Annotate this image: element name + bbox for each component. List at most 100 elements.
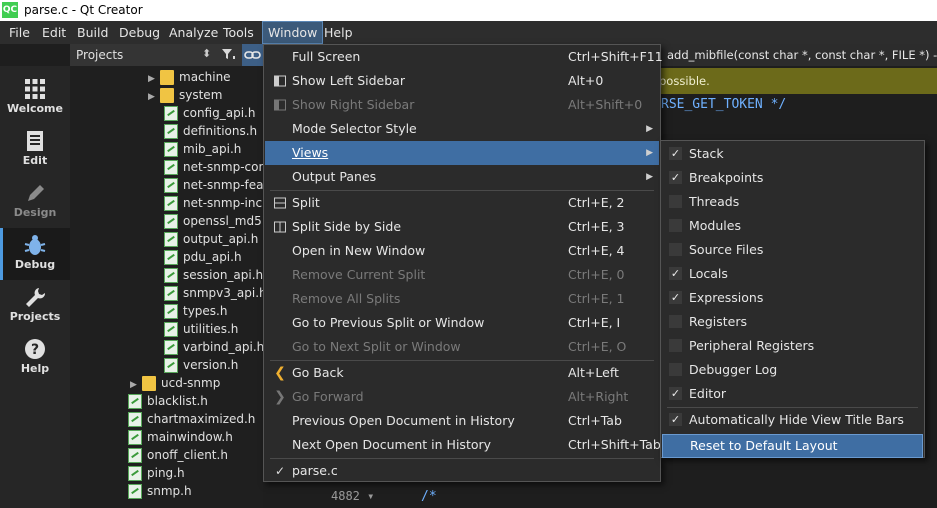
menu-item-go-back[interactable]: ❮ Go Back Alt+Left	[265, 361, 659, 385]
projects-view-selector[interactable]: Projects	[76, 48, 123, 62]
mode-design[interactable]: Design	[0, 176, 70, 228]
tree-item-label: system	[179, 88, 223, 102]
tree-item[interactable]: ping.h	[128, 464, 185, 482]
mode-edit[interactable]: Edit	[0, 124, 70, 176]
menu-item-label: Split	[292, 195, 320, 210]
tree-item[interactable]: chartmaximized.h	[128, 410, 255, 428]
view-toggle-expressions[interactable]: ✓ Expressions	[662, 286, 923, 310]
tree-item[interactable]: output_api.h	[164, 230, 258, 248]
tree-item[interactable]: session_api.h	[164, 266, 263, 284]
tree-item[interactable]: blacklist.h	[128, 392, 208, 410]
view-toggle-stack[interactable]: ✓ Stack	[662, 142, 923, 166]
mode-welcome[interactable]: Welcome	[0, 72, 70, 124]
mode-projects[interactable]: Projects	[0, 280, 70, 332]
menu-item-label: Modules	[689, 218, 741, 233]
menu-item-next-document[interactable]: Next Open Document in History Ctrl+Shift+…	[265, 433, 661, 457]
mode-debug[interactable]: Debug	[0, 228, 70, 280]
checkbox-unchecked[interactable]	[669, 219, 682, 232]
code-line[interactable]: RSE_GET_TOKEN */	[661, 97, 786, 112]
view-toggle-debugger-log[interactable]: Debugger Log	[662, 358, 923, 382]
menu-item-previous-split[interactable]: Go to Previous Split or Window Ctrl+E, I	[265, 311, 659, 335]
header-file-icon	[164, 250, 178, 265]
tree-item[interactable]: openssl_md5.h	[164, 212, 263, 230]
view-toggle-threads[interactable]: Threads	[662, 190, 923, 214]
menu-item-show-left-sidebar[interactable]: Show Left Sidebar Alt+0	[265, 69, 659, 93]
tree-item[interactable]: onoff_client.h	[128, 446, 228, 464]
tree-item[interactable]: types.h	[164, 302, 227, 320]
menu-debug[interactable]: Debug	[114, 21, 165, 44]
tree-item[interactable]: version.h	[164, 356, 238, 374]
checkbox-unchecked[interactable]	[669, 243, 682, 256]
menu-analyze[interactable]: Analyze	[164, 21, 223, 44]
mode-help[interactable]: ? Help	[0, 332, 70, 384]
code-line[interactable]: /*	[421, 489, 437, 504]
checkbox-checked[interactable]: ✓	[669, 267, 682, 280]
checkbox-checked[interactable]: ✓	[669, 171, 682, 184]
menu-item-go-forward[interactable]: ❯ Go Forward Alt+Right	[265, 385, 659, 409]
menu-item-shortcut: Alt+Left	[568, 365, 619, 380]
tree-item[interactable]: definitions.h	[164, 122, 257, 140]
tree-item[interactable]: ▶ system	[148, 86, 222, 104]
menu-item-mode-selector-style[interactable]: Mode Selector Style ▶	[265, 117, 659, 141]
checkbox-checked[interactable]: ✓	[669, 291, 682, 304]
tree-item[interactable]: config_api.h	[164, 104, 255, 122]
view-toggle-modules[interactable]: Modules	[662, 214, 923, 238]
menu-tools[interactable]: Tools	[218, 21, 259, 44]
view-toggle-peripheral-registers[interactable]: Peripheral Registers	[662, 334, 923, 358]
menu-item-full-screen[interactable]: Full Screen Ctrl+Shift+F11	[265, 45, 663, 69]
menu-item-show-right-sidebar[interactable]: Show Right Sidebar Alt+Shift+0	[265, 93, 659, 117]
filter-icon[interactable]	[220, 46, 236, 62]
menu-item-split[interactable]: Split Ctrl+E, 2	[265, 191, 659, 215]
menu-item-remove-all-splits[interactable]: Remove All Splits Ctrl+E, 1	[265, 287, 659, 311]
tree-item[interactable]: net-snmp-feat	[164, 176, 263, 194]
tree-item-label: pdu_api.h	[183, 250, 242, 264]
info-bar: possible.	[659, 68, 937, 94]
menu-item-previous-document[interactable]: Previous Open Document in History Ctrl+Ta…	[265, 409, 659, 433]
view-toggle-breakpoints[interactable]: ✓ Breakpoints	[662, 166, 923, 190]
tree-item[interactable]: snmpv3_api.h	[164, 284, 263, 302]
checkbox-unchecked[interactable]	[669, 363, 682, 376]
menu-build[interactable]: Build	[72, 21, 113, 44]
view-toggle-auto-hide-title-bars[interactable]: ✓ Automatically Hide View Title Bars	[662, 408, 923, 432]
checkbox-unchecked[interactable]	[669, 339, 682, 352]
tree-item[interactable]: net-snmp-con	[164, 158, 263, 176]
menu-item-document-parse-c[interactable]: ✓ parse.c	[265, 459, 659, 483]
menu-item-split-side-by-side[interactable]: Split Side by Side Ctrl+E, 3	[265, 215, 659, 239]
tree-item[interactable]: net-snmp-inclu	[164, 194, 263, 212]
menu-file[interactable]: File	[4, 21, 35, 44]
menu-window[interactable]: Window	[262, 21, 324, 44]
sync-link-button[interactable]	[242, 44, 263, 66]
checkbox-checked[interactable]: ✓	[669, 387, 682, 400]
menu-item-remove-current-split[interactable]: Remove Current Split Ctrl+E, 0	[265, 263, 659, 287]
selector-arrows-icon[interactable]: ⬍	[202, 47, 211, 60]
menu-item-label: Automatically Hide View Title Bars	[689, 412, 904, 427]
menu-item-next-split[interactable]: Go to Next Split or Window Ctrl+E, O	[265, 335, 659, 359]
view-toggle-editor[interactable]: ✓ Editor	[662, 382, 923, 406]
menu-item-shortcut: Ctrl+Shift+Tab	[568, 437, 661, 452]
wrench-icon	[26, 288, 46, 307]
tree-item[interactable]: mainwindow.h	[128, 428, 233, 446]
tree-item[interactable]: varbind_api.h	[164, 338, 263, 356]
checkbox-checked[interactable]: ✓	[669, 147, 682, 160]
menu-help[interactable]: Help	[319, 21, 358, 44]
checkbox-unchecked[interactable]	[669, 315, 682, 328]
tree-item[interactable]: ▶ machine	[148, 68, 231, 86]
expand-arrow-icon[interactable]: ▶	[148, 88, 160, 106]
menu-edit[interactable]: Edit	[37, 21, 71, 44]
menu-item-open-in-new-window[interactable]: Open in New Window Ctrl+E, 4	[265, 239, 659, 263]
menu-item-views[interactable]: Views ▶	[265, 141, 659, 165]
checkbox-unchecked[interactable]	[669, 195, 682, 208]
reset-default-layout[interactable]: Reset to Default Layout	[662, 434, 923, 458]
view-toggle-registers[interactable]: Registers	[662, 310, 923, 334]
tree-item[interactable]: utilities.h	[164, 320, 238, 338]
tree-item[interactable]: pdu_api.h	[164, 248, 242, 266]
tree-item[interactable]: snmp.h	[128, 482, 192, 500]
view-toggle-source-files[interactable]: Source Files	[662, 238, 923, 262]
checkbox-checked[interactable]: ✓	[669, 413, 682, 426]
view-toggle-locals[interactable]: ✓ Locals	[662, 262, 923, 286]
menu-item-output-panes[interactable]: Output Panes ▶	[265, 165, 659, 189]
tree-item[interactable]: ▶ ucd-snmp	[130, 374, 220, 392]
tree-item[interactable]: mib_api.h	[164, 140, 241, 158]
split-icon	[274, 197, 286, 209]
function-selector[interactable]: add_mibfile(const char *, const char *, …	[659, 44, 937, 66]
